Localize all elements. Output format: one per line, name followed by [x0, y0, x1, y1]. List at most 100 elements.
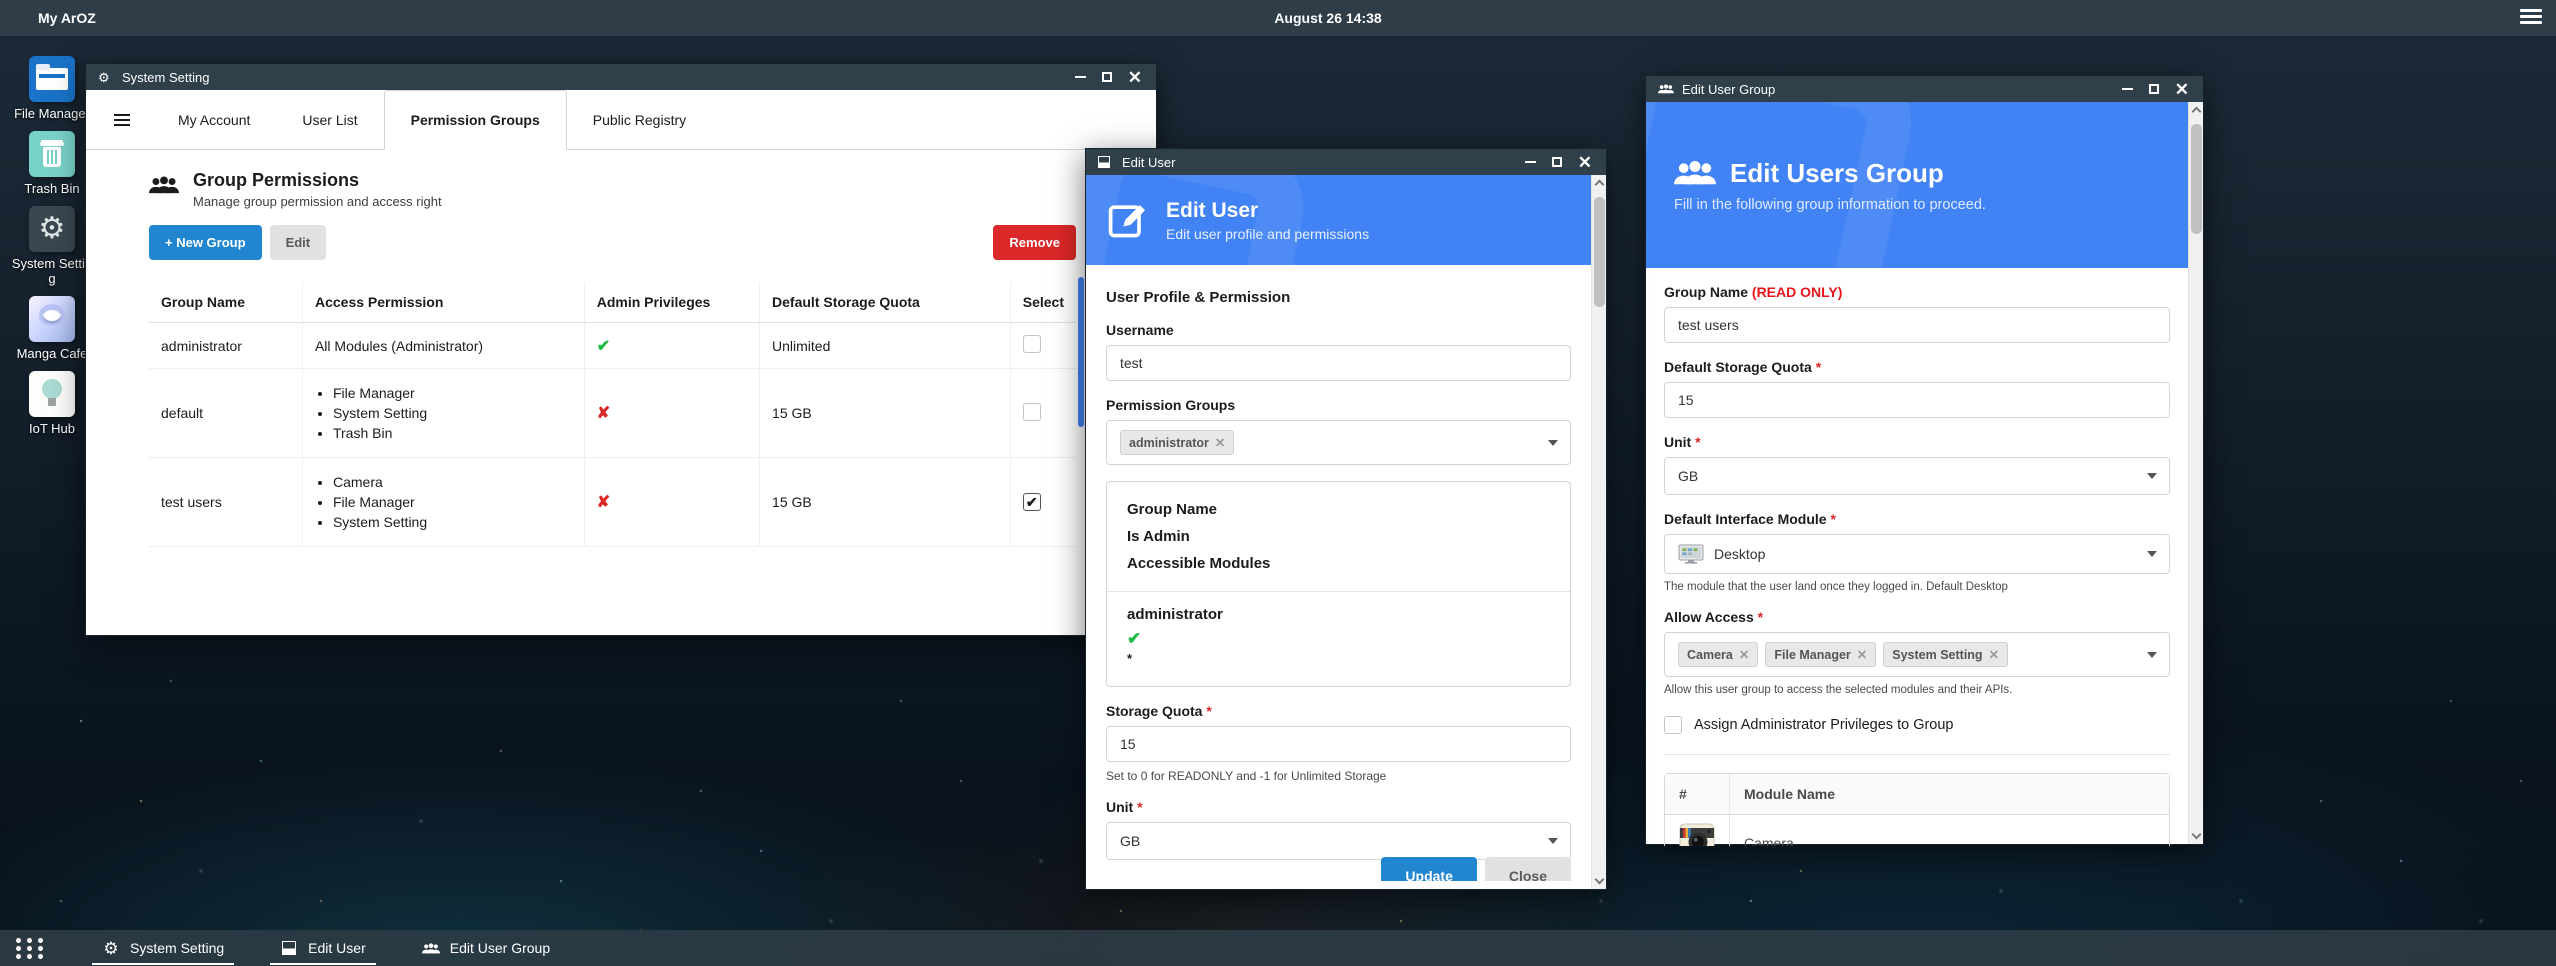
system-setting-titlebar[interactable]: ⚙ System Setting ✕ — [86, 64, 1156, 90]
group-info-label: Is Admin — [1127, 523, 1550, 550]
storage-quota-help: Set to 0 for READONLY and -1 for Unlimit… — [1106, 769, 1571, 783]
hamburger-menu-icon[interactable] — [2520, 9, 2542, 27]
column-header: # — [1665, 774, 1729, 815]
storage-quota-input[interactable] — [1106, 726, 1571, 762]
taskbar-item-edit-user-group[interactable]: Edit User Group — [408, 930, 564, 966]
close-icon[interactable]: ✕ — [1128, 69, 1142, 86]
edit-user-group-scrollbar[interactable] — [2188, 102, 2203, 844]
group-name-input[interactable] — [1664, 307, 2170, 343]
select-cell — [1010, 323, 1076, 369]
maximize-icon[interactable] — [1102, 72, 1112, 82]
scroll-down-icon[interactable] — [1595, 875, 1605, 885]
app-grid-icon[interactable] — [16, 938, 46, 959]
tab-my-account[interactable]: My Account — [152, 90, 276, 149]
accessible-modules-value: * — [1127, 651, 1550, 666]
column-header: Select — [1010, 282, 1076, 323]
access-permission-cell: File ManagerSystem SettingTrash Bin — [302, 369, 584, 458]
permission-groups-multiselect[interactable]: administrator✕ — [1106, 420, 1571, 465]
taskbar-item-system-setting[interactable]: ⚙System Setting — [88, 930, 238, 966]
settings-scrollbar-thumb[interactable] — [1078, 277, 1084, 427]
top-menubar: My ArOZ August 26 14:38 — [0, 0, 2556, 36]
taskbar-item-edit-user[interactable]: Edit User — [266, 930, 380, 966]
taskbar-item-label: Edit User Group — [450, 940, 550, 956]
banner-title: Edit Users Group — [1730, 158, 1944, 189]
scroll-down-icon[interactable] — [2192, 830, 2202, 840]
default-storage-quota-label: Default Storage Quota — [1664, 359, 1812, 375]
module-icon-cell — [1665, 815, 1729, 846]
system-setting-icon: ⚙ — [29, 206, 75, 252]
remove-group-button[interactable]: Remove — [993, 225, 1076, 260]
chevron-down-icon — [1548, 838, 1558, 844]
new-group-button[interactable]: + New Group — [149, 225, 262, 260]
unit-label: Unit — [1106, 799, 1133, 815]
group-name-cell: default — [149, 369, 302, 458]
row-select-checkbox[interactable] — [1023, 335, 1041, 353]
row-select-checkbox[interactable]: ✔ — [1023, 493, 1041, 511]
tab-permission-groups[interactable]: Permission Groups — [384, 90, 567, 150]
chip-remove-icon[interactable]: ✕ — [1739, 647, 1749, 662]
settings-tabbar: My AccountUser ListPermission GroupsPubl… — [86, 90, 1156, 150]
unit-select[interactable]: GB — [1664, 457, 2170, 495]
chip-system-setting: System Setting✕ — [1883, 642, 2008, 667]
group-info-label: Group Name — [1127, 496, 1550, 523]
storage-quota-cell: 15 GB — [760, 369, 1011, 458]
storage-quota-cell: 15 GB — [760, 458, 1011, 547]
table-row: administratorAll Modules (Administrator)… — [149, 323, 1076, 369]
readonly-tag: (READ ONLY) — [1752, 284, 1843, 300]
scrollbar-thumb[interactable] — [1594, 197, 1605, 307]
chip-file-manager: File Manager✕ — [1765, 642, 1876, 667]
scroll-up-icon[interactable] — [2192, 107, 2202, 117]
group-permissions-icon — [149, 174, 179, 196]
allow-access-label: Allow Access — [1664, 609, 1754, 625]
divider — [1664, 754, 2170, 755]
permission-groups-label: Permission Groups — [1106, 397, 1571, 413]
close-icon[interactable]: ✕ — [2175, 81, 2189, 98]
admin-privileges-cell: ✘ — [584, 369, 759, 458]
default-interface-module-select[interactable]: Desktop — [1664, 534, 2170, 574]
edit-user-group-window: Edit User Group ✕ Edit Users Group Fill … — [1645, 75, 2204, 845]
tab-user-list[interactable]: User List — [276, 90, 383, 149]
close-icon[interactable]: ✕ — [1578, 154, 1592, 171]
minimize-icon[interactable] — [1075, 76, 1086, 78]
manga-cafe-icon — [29, 296, 75, 342]
minimize-icon[interactable] — [1525, 161, 1536, 163]
admin-privileges-cell: ✘ — [584, 458, 759, 547]
my-aroz-menu[interactable]: My ArOZ — [38, 10, 96, 26]
default-storage-quota-input[interactable] — [1664, 382, 2170, 418]
edit-user-group-titlebar[interactable]: Edit User Group ✕ — [1646, 76, 2203, 102]
users-icon — [1674, 158, 1716, 188]
assign-admin-checkbox[interactable] — [1664, 716, 1682, 734]
column-header: Default Storage Quota — [760, 282, 1011, 323]
module-table: #Module Name Camera — [1664, 773, 2170, 846]
edit-user-scrollbar[interactable] — [1591, 175, 1606, 889]
chip-remove-icon[interactable]: ✕ — [1989, 647, 1999, 662]
close-button[interactable]: Close — [1485, 857, 1571, 881]
sidebar-toggle-icon[interactable] — [114, 111, 130, 129]
window-icon — [282, 941, 296, 955]
edit-user-titlebar[interactable]: Edit User ✕ — [1086, 149, 1606, 175]
minimize-icon[interactable] — [2122, 88, 2133, 90]
chip-remove-icon[interactable]: ✕ — [1215, 435, 1225, 450]
edit-group-button[interactable]: Edit — [270, 225, 327, 260]
trash-bin-icon — [29, 131, 75, 177]
maximize-icon[interactable] — [2149, 84, 2159, 94]
row-select-checkbox[interactable] — [1023, 403, 1041, 421]
desktop-monitor-icon — [1678, 544, 1704, 564]
allow-access-multiselect[interactable]: Camera✕File Manager✕System Setting✕ — [1664, 632, 2170, 677]
maximize-icon[interactable] — [1552, 157, 1562, 167]
banner-title: Edit User — [1166, 199, 1369, 223]
edit-user-form: User Profile & Permission Username Permi… — [1086, 265, 1606, 881]
username-input[interactable] — [1106, 345, 1571, 381]
scroll-up-icon[interactable] — [1595, 180, 1605, 190]
scrollbar-thumb[interactable] — [2191, 124, 2202, 234]
unit-select[interactable]: GB — [1106, 822, 1571, 860]
default-interface-module-label: Default Interface Module — [1664, 511, 1827, 527]
gear-icon: ⚙ — [103, 940, 118, 957]
chip-remove-icon[interactable]: ✕ — [1857, 647, 1867, 662]
update-button[interactable]: Update — [1381, 857, 1476, 881]
edit-user-window: Edit User ✕ Edit User Edit user profile … — [1085, 148, 1607, 890]
tab-public-registry[interactable]: Public Registry — [567, 90, 712, 149]
select-cell: ✔ — [1010, 458, 1076, 547]
cross-icon: ✘ — [597, 494, 610, 511]
system-setting-window: ⚙ System Setting ✕ My AccountUser ListPe… — [85, 63, 1157, 636]
